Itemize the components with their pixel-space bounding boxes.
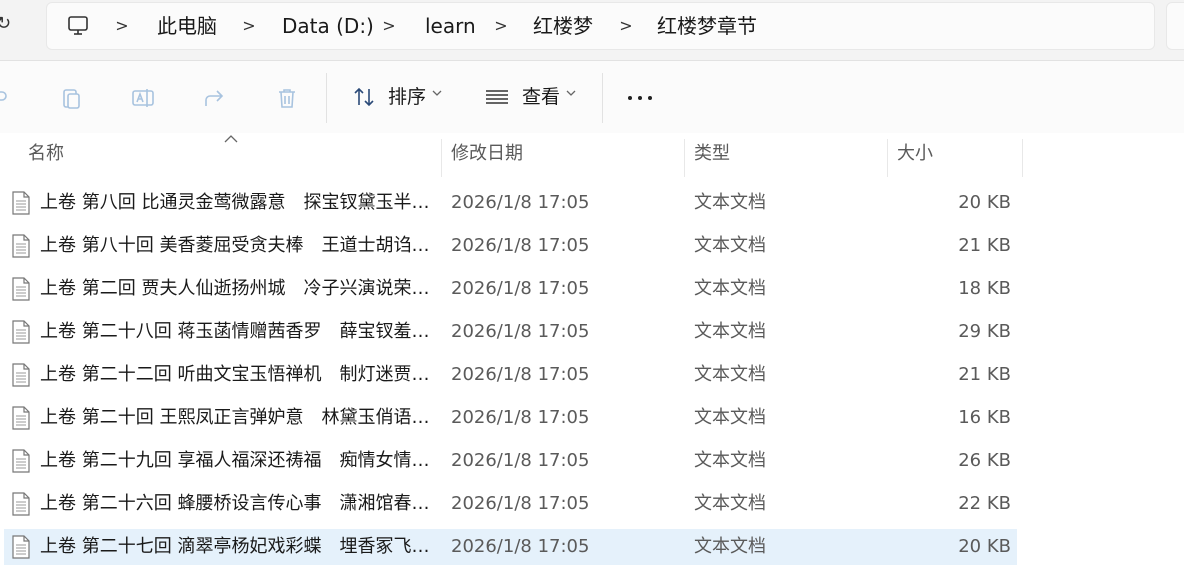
- file-name: 上卷 第八回 比通灵金莺微露意 探宝钗黛玉半…: [40, 192, 430, 213]
- sort-ascending-icon: [224, 135, 238, 143]
- column-header-date[interactable]: 修改日期: [451, 133, 523, 175]
- copy-icon[interactable]: [59, 86, 83, 110]
- file-row[interactable]: 上卷 第八回 比通灵金莺微露意 探宝钗黛玉半… 2026/1/8 17:05 文本文…: [4, 185, 1017, 221]
- column-divider[interactable]: [684, 139, 685, 177]
- file-modified-date: 2026/1/8 17:05: [451, 407, 590, 428]
- column-divider[interactable]: [887, 139, 888, 177]
- file-row[interactable]: 上卷 第二十六回 蜂腰桥设言传心事 潇湘馆春… 2026/1/8 17:05 文本文…: [4, 486, 1017, 522]
- file-modified-date: 2026/1/8 17:05: [451, 278, 590, 299]
- file-size: 20 KB: [958, 192, 1011, 213]
- file-name: 上卷 第二十九回 享福人福深还祷福 痴情女情…: [40, 450, 430, 471]
- breadcrumb-chapters[interactable]: 红楼梦章节: [657, 3, 757, 49]
- view-button[interactable]: 查看: [484, 79, 580, 115]
- text-file-icon: [12, 492, 30, 516]
- breadcrumb-hongloumeng[interactable]: 红楼梦: [533, 3, 593, 49]
- chevron-right-icon[interactable]: >: [494, 3, 508, 49]
- file-size: 21 KB: [958, 235, 1011, 256]
- sort-icon: [354, 87, 374, 107]
- file-row[interactable]: 上卷 第二十回 王熙凤正言弹妒意 林黛玉俏语… 2026/1/8 17:05 文本文…: [4, 400, 1017, 436]
- file-row[interactable]: 上卷 第二回 贾夫人仙逝扬州城 冷子兴演说荣… 2026/1/8 17:05 文本文…: [4, 271, 1017, 307]
- address-bar[interactable]: > 此电脑 > Data (D:) > learn > 红楼梦 > 红楼梦章节: [46, 2, 1155, 50]
- text-file-icon: [12, 406, 30, 430]
- file-type: 文本文档: [694, 536, 766, 557]
- chevron-down-icon: [432, 90, 442, 96]
- file-type: 文本文档: [694, 321, 766, 342]
- breadcrumb-data-drive[interactable]: Data (D:): [282, 3, 374, 49]
- column-divider[interactable]: [1022, 139, 1023, 177]
- file-size: 22 KB: [958, 493, 1011, 514]
- text-file-icon: [12, 191, 30, 215]
- file-name: 上卷 第二回 贾夫人仙逝扬州城 冷子兴演说荣…: [40, 278, 430, 299]
- chevron-right-icon[interactable]: >: [619, 3, 633, 49]
- file-modified-date: 2026/1/8 17:05: [451, 493, 590, 514]
- chevron-down-icon: [566, 90, 576, 96]
- this-pc-icon[interactable]: [67, 15, 89, 37]
- toolbar-divider: [602, 73, 603, 123]
- file-type: 文本文档: [694, 493, 766, 514]
- file-type: 文本文档: [694, 235, 766, 256]
- file-type: 文本文档: [694, 192, 766, 213]
- file-list: 名称 修改日期 类型 大小 上卷 第八回 比通灵金莺微露意 探宝钗黛玉半… 202…: [0, 133, 1184, 571]
- share-icon[interactable]: [203, 86, 227, 110]
- file-size: 20 KB: [958, 536, 1011, 557]
- sort-label: 排序: [388, 86, 427, 108]
- file-row[interactable]: 上卷 第二十九回 享福人福深还祷福 痴情女情… 2026/1/8 17:05 文本文…: [4, 443, 1017, 479]
- column-header-type[interactable]: 类型: [694, 133, 730, 175]
- file-modified-date: 2026/1/8 17:05: [451, 450, 590, 471]
- chevron-right-icon[interactable]: >: [382, 3, 396, 49]
- text-file-icon: [12, 449, 30, 473]
- command-bar: 排序 查看: [0, 60, 1184, 134]
- file-type: 文本文档: [694, 450, 766, 471]
- cut-icon[interactable]: [0, 86, 12, 110]
- file-row[interactable]: 上卷 第二十二回 听曲文宝玉悟禅机 制灯迷贾… 2026/1/8 17:05 文本文…: [4, 357, 1017, 393]
- chevron-right-icon[interactable]: >: [115, 3, 129, 49]
- file-size: 29 KB: [958, 321, 1011, 342]
- file-modified-date: 2026/1/8 17:05: [451, 536, 590, 557]
- view-list-icon: [486, 90, 508, 104]
- file-name: 上卷 第二十回 王熙凤正言弹妒意 林黛玉俏语…: [40, 407, 430, 428]
- text-file-icon: [12, 277, 30, 301]
- more-options-icon[interactable]: [626, 86, 654, 110]
- file-name: 上卷 第八十回 美香菱屈受贪夫棒 王道士胡诌…: [40, 235, 430, 256]
- search-box[interactable]: [1166, 2, 1184, 50]
- refresh-icon[interactable]: ↻: [0, 12, 14, 36]
- file-type: 文本文档: [694, 278, 766, 299]
- rename-icon[interactable]: [131, 86, 155, 110]
- file-size: 16 KB: [958, 407, 1011, 428]
- file-name: 上卷 第二十二回 听曲文宝玉悟禅机 制灯迷贾…: [40, 364, 430, 385]
- address-row: ↻ > 此电脑 > Data (D:) > learn > 红楼梦 > 红楼梦章…: [0, 0, 1184, 58]
- text-file-icon: [12, 320, 30, 344]
- file-modified-date: 2026/1/8 17:05: [451, 364, 590, 385]
- file-row[interactable]: 上卷 第二十七回 滴翠亭杨妃戏彩蝶 埋香冢飞… 2026/1/8 17:05 文本文…: [4, 529, 1017, 565]
- column-header-size[interactable]: 大小: [897, 133, 933, 175]
- file-size: 21 KB: [958, 364, 1011, 385]
- text-file-icon: [12, 234, 30, 258]
- file-modified-date: 2026/1/8 17:05: [451, 321, 590, 342]
- file-name: 上卷 第二十六回 蜂腰桥设言传心事 潇湘馆春…: [40, 493, 430, 514]
- file-type: 文本文档: [694, 407, 766, 428]
- view-label: 查看: [522, 86, 561, 108]
- delete-icon[interactable]: [275, 86, 299, 110]
- column-divider[interactable]: [441, 139, 442, 177]
- file-row[interactable]: 上卷 第二十八回 蒋玉菡情赠茜香罗 薛宝钗羞… 2026/1/8 17:05 文本文…: [4, 314, 1017, 350]
- file-size: 26 KB: [958, 450, 1011, 471]
- file-size: 18 KB: [958, 278, 1011, 299]
- toolbar-divider: [326, 73, 327, 123]
- column-header-name[interactable]: 名称: [28, 133, 64, 175]
- text-file-icon: [12, 363, 30, 387]
- file-modified-date: 2026/1/8 17:05: [451, 192, 590, 213]
- file-name: 上卷 第二十八回 蒋玉菡情赠茜香罗 薛宝钗羞…: [40, 321, 430, 342]
- file-row[interactable]: 上卷 第八十回 美香菱屈受贪夫棒 王道士胡诌… 2026/1/8 17:05 文本文…: [4, 228, 1017, 264]
- file-name: 上卷 第二十七回 滴翠亭杨妃戏彩蝶 埋香冢飞…: [40, 536, 430, 557]
- sort-button[interactable]: 排序: [350, 79, 446, 115]
- file-type: 文本文档: [694, 364, 766, 385]
- breadcrumb-this-pc[interactable]: 此电脑: [157, 3, 217, 49]
- text-file-icon: [12, 535, 30, 559]
- breadcrumb-learn[interactable]: learn: [425, 3, 476, 49]
- chevron-right-icon[interactable]: >: [242, 3, 256, 49]
- file-modified-date: 2026/1/8 17:05: [451, 235, 590, 256]
